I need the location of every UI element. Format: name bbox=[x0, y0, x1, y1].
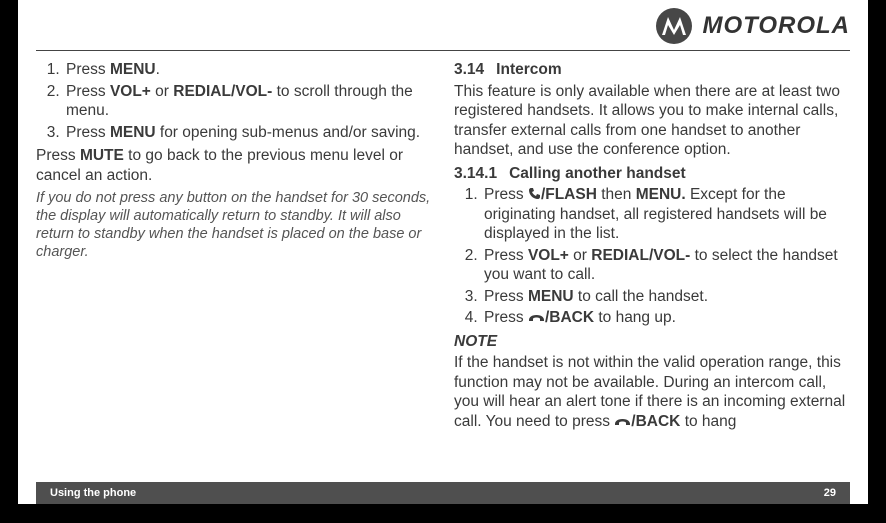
text: /FLASH bbox=[541, 186, 597, 203]
page-number: 29 bbox=[824, 487, 836, 499]
text: . bbox=[156, 61, 160, 78]
left-steps-list: Press MENU. Press VOL+ or REDIAL/VOL- to… bbox=[36, 60, 432, 142]
text: or bbox=[151, 83, 173, 100]
brand-header: MOTOROLA bbox=[656, 8, 850, 44]
text: /BACK bbox=[545, 309, 594, 326]
note-paragraph: If the handset is not within the valid o… bbox=[454, 353, 850, 431]
left-column: Press MENU. Press VOL+ or REDIAL/VOL- to… bbox=[36, 60, 432, 474]
hangup-icon bbox=[614, 417, 631, 427]
text-bold: MENU bbox=[528, 288, 574, 305]
text-bold: /FLASH bbox=[528, 186, 597, 203]
right-steps-list: Press /FLASH then MENU. Except for the o… bbox=[454, 185, 850, 328]
text: then bbox=[597, 186, 636, 203]
text-bold: REDIAL/VOL- bbox=[173, 83, 272, 100]
list-item: Press /BACK to hang up. bbox=[482, 308, 850, 328]
brand-wordmark: MOTOROLA bbox=[702, 12, 850, 40]
list-item: Press VOL+ or REDIAL/VOL- to scroll thro… bbox=[64, 82, 432, 121]
text: to call the handset. bbox=[574, 288, 708, 305]
section-title: Intercom bbox=[496, 61, 561, 78]
list-item: Press MENU. bbox=[64, 60, 432, 80]
text: /BACK bbox=[631, 413, 680, 430]
text: Press bbox=[66, 83, 110, 100]
text: Press bbox=[36, 147, 80, 164]
text: for opening sub-menus and/or saving. bbox=[156, 124, 421, 141]
text: to hang bbox=[680, 413, 736, 430]
text-bold: MENU bbox=[110, 124, 156, 141]
text-bold: REDIAL/VOL- bbox=[591, 247, 690, 264]
text: Press bbox=[66, 61, 110, 78]
motorola-m-icon bbox=[661, 16, 687, 36]
hangup-icon bbox=[528, 313, 545, 323]
text-bold: MUTE bbox=[80, 147, 124, 164]
text: Press bbox=[484, 247, 528, 264]
list-item: Press MENU for opening sub-menus and/or … bbox=[64, 123, 432, 143]
text-bold: MENU bbox=[110, 61, 156, 78]
header-divider bbox=[36, 50, 850, 51]
text: or bbox=[569, 247, 591, 264]
mute-paragraph: Press MUTE to go back to the previous me… bbox=[36, 146, 432, 185]
subsection-title: Calling another handset bbox=[509, 165, 686, 182]
text: to hang up. bbox=[594, 309, 676, 326]
text: Press bbox=[66, 124, 110, 141]
intro-paragraph: This feature is only available when ther… bbox=[454, 82, 850, 160]
text-bold: /BACK bbox=[614, 413, 680, 430]
footer-title: Using the phone bbox=[50, 487, 136, 499]
text-bold: MENU. bbox=[636, 186, 686, 203]
section-heading: 3.14 Intercom bbox=[454, 60, 850, 80]
section-number: 3.14 bbox=[454, 60, 484, 80]
right-column: 3.14 Intercom This feature is only availa… bbox=[454, 60, 850, 474]
text-bold: VOL+ bbox=[110, 83, 151, 100]
manual-page: MOTOROLA Press MENU. Press VOL+ or REDIA… bbox=[18, 0, 868, 504]
standby-note: If you do not press any button on the ha… bbox=[36, 189, 432, 262]
content-columns: Press MENU. Press VOL+ or REDIAL/VOL- to… bbox=[36, 60, 850, 474]
page-footer: Using the phone 29 bbox=[36, 482, 850, 504]
subsection-heading: 3.14.1 Calling another handset bbox=[454, 164, 850, 184]
text-bold: /BACK bbox=[528, 309, 594, 326]
note-heading: NOTE bbox=[454, 332, 850, 352]
list-item: Press VOL+ or REDIAL/VOL- to select the … bbox=[482, 246, 850, 285]
text: Press bbox=[484, 186, 528, 203]
motorola-logo-icon bbox=[656, 8, 692, 44]
text-bold: VOL+ bbox=[528, 247, 569, 264]
list-item: Press /FLASH then MENU. Except for the o… bbox=[482, 185, 850, 244]
text: Press bbox=[484, 309, 528, 326]
subsection-number: 3.14.1 bbox=[454, 164, 497, 184]
phone-icon bbox=[528, 187, 541, 200]
list-item: Press MENU to call the handset. bbox=[482, 287, 850, 307]
text: Press bbox=[484, 288, 528, 305]
